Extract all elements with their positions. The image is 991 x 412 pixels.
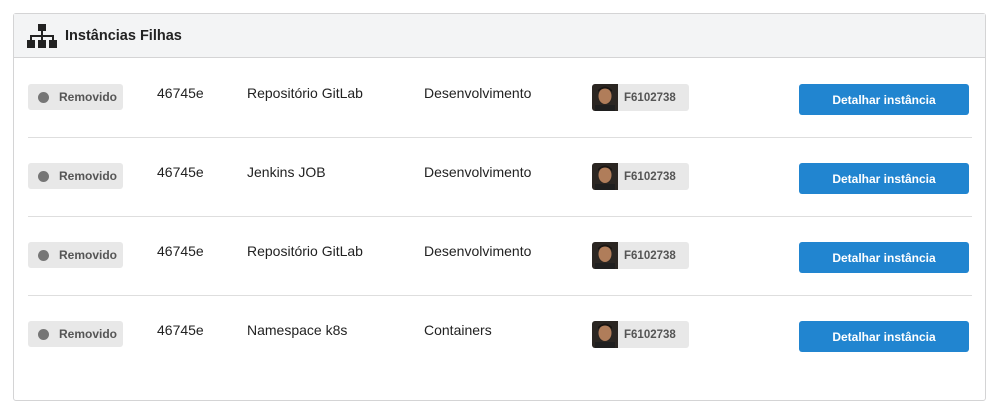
avatar: [592, 242, 618, 269]
detail-instance-button[interactable]: Detalhar instância: [799, 163, 969, 194]
user-label[interactable]: F6102738: [592, 321, 689, 348]
status-label: Removido: [59, 90, 118, 104]
instance-environment: Desenvolvimento: [424, 85, 532, 101]
avatar: [592, 84, 618, 111]
instance-environment: Desenvolvimento: [424, 243, 532, 259]
instance-row: Removido 46745e Jenkins JOB Desenvolvime…: [28, 137, 972, 217]
status-badge: Removido: [28, 242, 123, 268]
instance-id: 46745e: [157, 322, 204, 338]
status-label: Removido: [59, 169, 118, 183]
user-id: F6102738: [624, 170, 676, 183]
child-instances-panel: Instâncias Filhas Removido 46745e Reposi…: [13, 13, 986, 401]
user-id: F6102738: [624, 249, 676, 262]
user-label[interactable]: F6102738: [592, 84, 689, 111]
user-label[interactable]: F6102738: [592, 163, 689, 190]
detail-instance-button[interactable]: Detalhar instância: [799, 242, 969, 273]
instance-name: Jenkins JOB: [247, 164, 326, 180]
sitemap-icon: [27, 23, 57, 48]
avatar: [592, 321, 618, 348]
status-label: Removido: [59, 248, 118, 262]
user-id: F6102738: [624, 91, 676, 104]
instance-id: 46745e: [157, 85, 204, 101]
instance-name: Namespace k8s: [247, 322, 348, 338]
status-dot-icon: [38, 170, 49, 182]
user-id: F6102738: [624, 328, 676, 341]
status-badge: Removido: [28, 84, 123, 110]
instance-environment: Containers: [424, 322, 492, 338]
panel-title: Instâncias Filhas: [65, 27, 182, 44]
instance-environment: Desenvolvimento: [424, 164, 532, 180]
status-badge: Removido: [28, 163, 123, 189]
status-dot-icon: [38, 91, 49, 103]
detail-instance-button[interactable]: Detalhar instância: [799, 321, 969, 352]
detail-instance-button[interactable]: Detalhar instância: [799, 84, 969, 115]
instance-row: Removido 46745e Namespace k8s Containers…: [28, 295, 972, 374]
status-badge: Removido: [28, 321, 123, 347]
instance-row: Removido 46745e Repositório GitLab Desen…: [28, 216, 972, 296]
user-label[interactable]: F6102738: [592, 242, 689, 269]
status-dot-icon: [38, 249, 49, 261]
panel-header: Instâncias Filhas: [14, 14, 985, 58]
instance-name: Repositório GitLab: [247, 243, 363, 259]
status-label: Removido: [59, 327, 118, 341]
instance-row: Removido 46745e Repositório GitLab Desen…: [28, 58, 972, 138]
instance-id: 46745e: [157, 243, 204, 259]
instance-id: 46745e: [157, 164, 204, 180]
status-dot-icon: [38, 328, 49, 340]
instance-name: Repositório GitLab: [247, 85, 363, 101]
avatar: [592, 163, 618, 190]
